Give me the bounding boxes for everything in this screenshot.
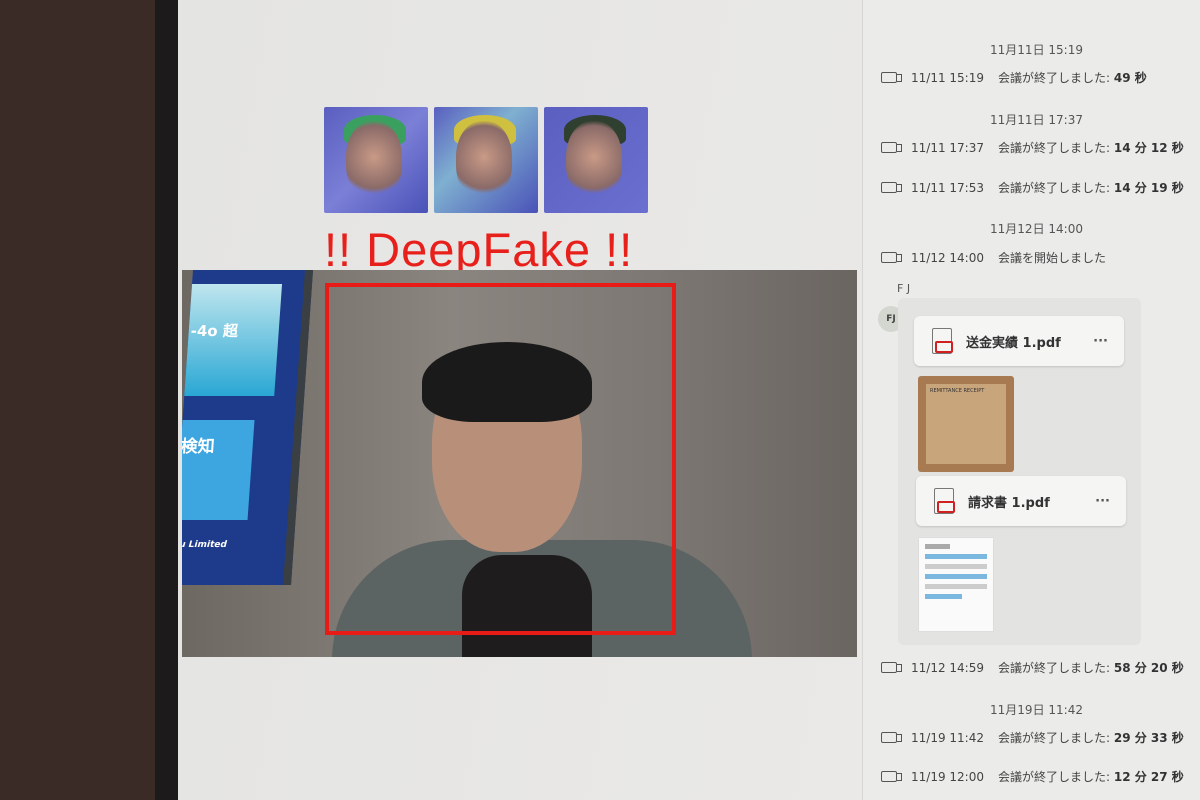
event-time: 11/11 17:53	[911, 180, 984, 195]
event-duration: 29 分 33 秒	[1113, 731, 1184, 745]
meeting-event[interactable]: 11/11 15:19 会議が終了しました: 49 秒	[881, 69, 1147, 86]
message-bubble: 送金実績 1.pdf ··· REMITTANCE RECEIPT 請求書 1.p…	[898, 298, 1141, 645]
file-attachment[interactable]: 送金実績 1.pdf ···	[914, 316, 1124, 366]
more-options-button[interactable]: ···	[1093, 334, 1108, 349]
video-camera-icon	[881, 142, 902, 153]
meeting-event[interactable]: 11/19 12:00 会議が終了しました: 12 分 27 秒	[881, 768, 1184, 785]
event-text: 会議が終了しました:	[997, 770, 1111, 784]
face-detection-box	[325, 283, 676, 635]
event-text: 会議を開始しました	[997, 251, 1106, 265]
date-separator: 11月12日 14:00	[990, 222, 1083, 236]
date-separator: 11月11日 15:19	[990, 43, 1083, 57]
video-camera-icon	[881, 182, 902, 193]
meeting-event[interactable]: 11/11 17:53 会議が終了しました: 14 分 19 秒	[881, 179, 1184, 196]
pdf-file-icon	[934, 488, 955, 514]
video-camera-icon	[881, 72, 902, 83]
event-duration: 14 分 12 秒	[1113, 141, 1184, 155]
event-duration: 49 秒	[1113, 71, 1147, 85]
video-camera-icon	[881, 771, 902, 782]
event-time: 11/19 11:42	[911, 730, 984, 745]
background-banner: -4o 超 検知 su Limited	[182, 270, 314, 585]
meeting-event[interactable]: 11/11 17:37 会議が終了しました: 14 分 12 秒	[881, 139, 1184, 156]
more-options-button[interactable]: ···	[1095, 494, 1110, 509]
meeting-event[interactable]: 11/12 14:59 会議が終了しました: 58 分 20 秒	[881, 659, 1184, 676]
event-text: 会議が終了しました:	[997, 141, 1111, 155]
event-time: 11/19 12:00	[911, 769, 984, 784]
video-camera-icon	[881, 732, 902, 743]
date-separator: 11月11日 17:37	[990, 113, 1083, 127]
chat-panel[interactable]: 11月11日 15:19 11/11 15:19 会議が終了しました: 49 秒 …	[862, 0, 1200, 800]
file-attachment[interactable]: 請求書 1.pdf ···	[916, 476, 1126, 526]
meeting-event[interactable]: 11/19 11:42 会議が終了しました: 29 分 33 秒	[881, 729, 1184, 746]
meeting-event[interactable]: 11/12 14:00 会議を開始しました	[881, 249, 1106, 266]
heatmap-thumbnail-3	[544, 107, 648, 213]
event-text: 会議が終了しました:	[997, 71, 1111, 85]
event-time: 11/12 14:59	[911, 660, 984, 675]
receipt-text: REMITTANCE RECEIPT	[926, 384, 1006, 464]
heatmap-thumbnail-1	[324, 107, 428, 213]
invoice-image[interactable]	[918, 537, 994, 632]
event-time: 11/11 17:37	[911, 140, 984, 155]
monitor-bezel	[155, 0, 180, 800]
video-camera-icon	[881, 252, 902, 263]
event-time: 11/11 15:19	[911, 70, 984, 85]
banner-text: -4o 超	[190, 322, 239, 340]
event-duration: 14 分 19 秒	[1113, 181, 1184, 195]
banner-footer: su Limited	[182, 540, 228, 550]
event-duration: 12 分 27 秒	[1113, 770, 1184, 784]
file-name: 送金実績 1.pdf	[966, 335, 1061, 351]
event-text: 会議が終了しました:	[997, 181, 1111, 195]
event-text: 会議が終了しました:	[997, 731, 1111, 745]
deepfake-warning-label: !! DeepFake !!	[324, 223, 634, 276]
sender-name: F J	[897, 282, 911, 295]
receipt-image[interactable]: REMITTANCE RECEIPT	[918, 376, 1014, 472]
event-text: 会議が終了しました:	[997, 661, 1111, 675]
event-duration: 58 分 20 秒	[1113, 661, 1184, 675]
date-separator: 11月19日 11:42	[990, 703, 1083, 717]
pdf-file-icon	[932, 328, 953, 354]
file-name: 請求書 1.pdf	[968, 495, 1050, 511]
video-camera-icon	[881, 662, 902, 673]
banner-text-detect: 検知	[182, 420, 255, 520]
heatmap-thumbnail-2	[434, 107, 538, 213]
event-time: 11/12 14:00	[911, 250, 984, 265]
